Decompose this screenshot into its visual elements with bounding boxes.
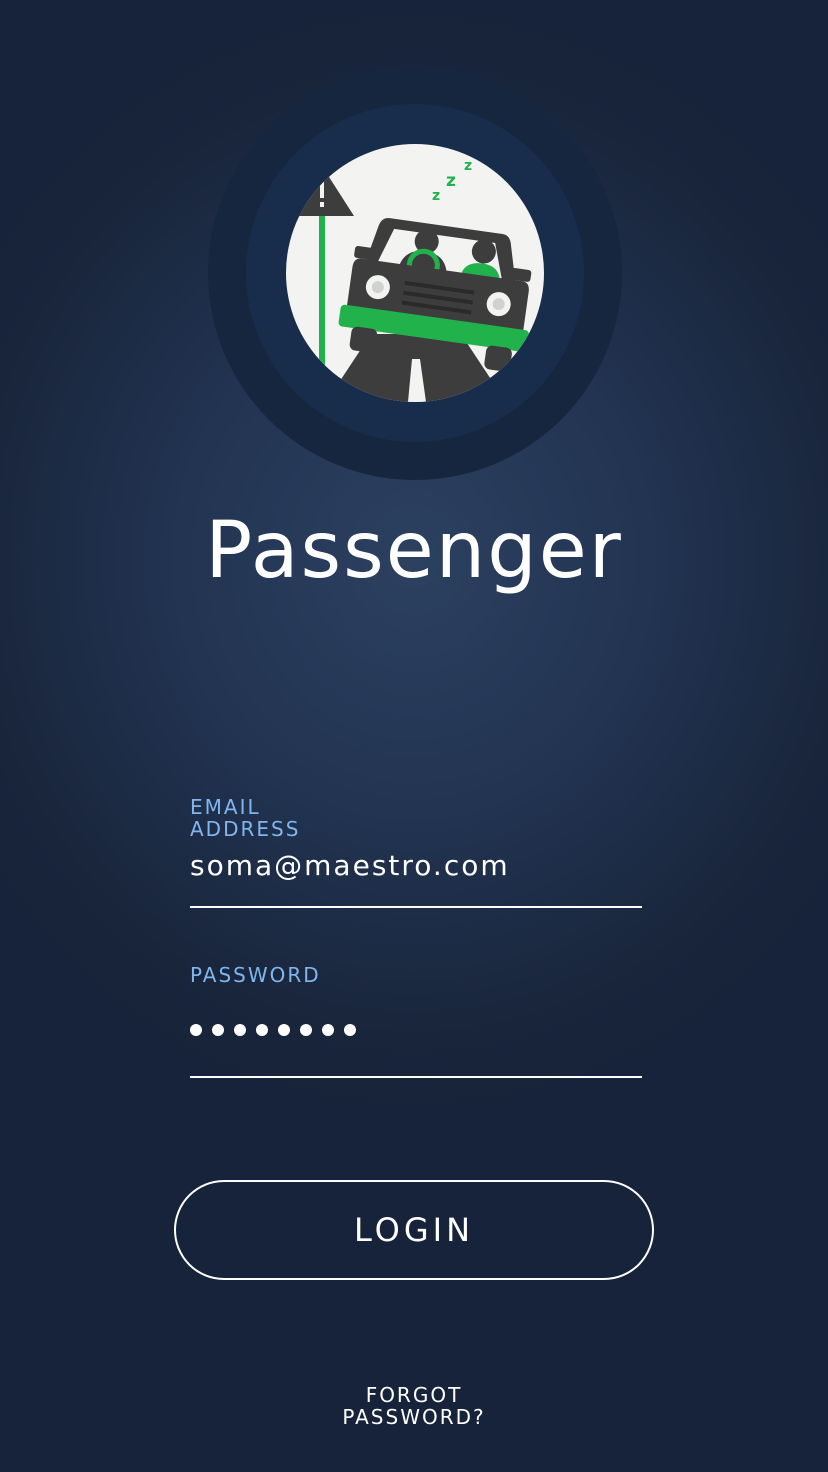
svg-text:z: z: [464, 158, 472, 174]
password-mask-dot: [190, 1024, 202, 1036]
password-mask-dot: [344, 1024, 356, 1036]
password-input[interactable]: [190, 1024, 356, 1042]
forgot-password-link[interactable]: FORGOT PASSWORD?: [314, 1384, 514, 1428]
drowsy-driver-car-icon: z z z: [286, 144, 544, 402]
email-label: EMAIL ADDRESS: [190, 795, 301, 841]
password-mask-dot: [256, 1024, 268, 1036]
password-mask-dot: [300, 1024, 312, 1036]
app-title: Passenger: [205, 506, 623, 596]
email-underline: [190, 906, 642, 908]
password-label: PASSWORD: [190, 963, 321, 987]
password-mask-dot: [322, 1024, 334, 1036]
svg-text:z: z: [446, 171, 456, 191]
email-input[interactable]: [190, 848, 642, 884]
password-underline: [190, 1076, 642, 1078]
password-mask-dot: [212, 1024, 224, 1036]
svg-text:z: z: [432, 188, 440, 204]
password-mask-dot: [278, 1024, 290, 1036]
password-mask-dot: [234, 1024, 246, 1036]
login-button[interactable]: LOGIN: [174, 1180, 654, 1280]
